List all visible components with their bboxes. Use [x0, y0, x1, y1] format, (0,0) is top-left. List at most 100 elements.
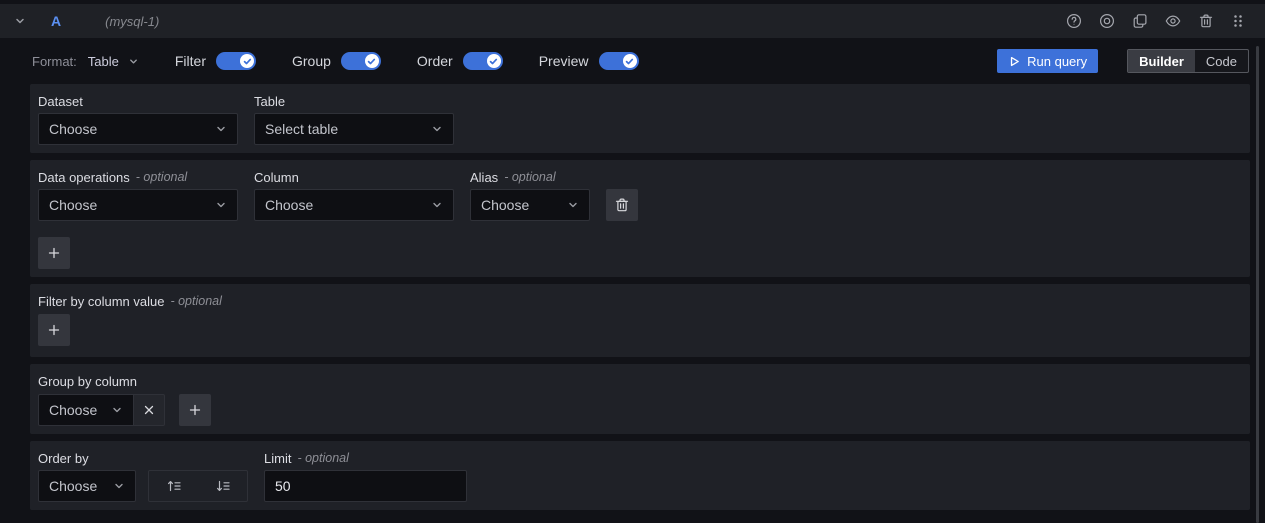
chevron-down-icon — [14, 15, 26, 27]
chevron-down-icon — [128, 56, 139, 67]
dataset-select[interactable]: Choose — [38, 113, 238, 145]
order-by-label: Order by — [38, 449, 248, 467]
preview-toggle-group: Preview — [539, 52, 639, 70]
group-toggle-group: Group — [292, 52, 381, 70]
optional-hint: - optional — [297, 451, 348, 465]
drag-query-handle[interactable] — [1229, 11, 1247, 31]
dataset-select-value: Choose — [49, 121, 97, 137]
alias-select-value: Choose — [481, 197, 529, 213]
play-icon — [1008, 55, 1021, 68]
table-select[interactable]: Select table — [254, 113, 454, 145]
optional-hint: - optional — [136, 170, 187, 184]
query-builder-sections: Dataset Choose Table Select table — [30, 84, 1250, 510]
sort-direction-group — [148, 470, 248, 502]
group-by-label: Group by column — [38, 372, 1242, 390]
format-label: Format: — [32, 54, 77, 69]
sort-descending-button[interactable] — [198, 471, 247, 501]
format-select[interactable]: Format: Table — [32, 54, 139, 69]
hide-query-button[interactable] — [1163, 11, 1183, 31]
query-ref-id[interactable]: A — [51, 13, 61, 29]
chevron-down-icon — [559, 199, 579, 211]
bullseye-icon — [1099, 13, 1115, 29]
check-icon — [365, 54, 379, 68]
remove-column-row-button[interactable] — [606, 189, 638, 221]
alias-label: Alias — [470, 170, 498, 185]
preview-toggle-label: Preview — [539, 53, 589, 69]
filter-toggle-label: Filter — [175, 53, 206, 69]
copy-icon — [1132, 13, 1148, 29]
sort-amount-down-icon — [215, 478, 231, 494]
query-toolbar: Format: Table Filter Group Order Previe — [0, 38, 1265, 84]
order-by-select[interactable]: Choose — [38, 470, 136, 502]
data-operations-field: Data operations - optional Choose — [38, 168, 238, 221]
limit-field: Limit - optional — [264, 449, 467, 502]
run-query-label: Run query — [1027, 54, 1087, 69]
format-value: Table — [88, 54, 119, 69]
chevron-down-icon — [423, 123, 443, 135]
order-toggle[interactable] — [463, 52, 503, 70]
group-by-select-value: Choose — [49, 402, 97, 418]
order-by-select-value: Choose — [49, 478, 97, 494]
column-select-value: Choose — [265, 197, 313, 213]
group-by-select[interactable]: Choose — [38, 394, 134, 426]
preview-toggle[interactable] — [599, 52, 639, 70]
close-icon — [143, 404, 155, 416]
table-field: Table Select table — [254, 92, 454, 145]
check-icon — [487, 54, 501, 68]
group-toggle[interactable] — [341, 52, 381, 70]
column-label: Column — [254, 168, 454, 186]
dataset-label: Dataset — [38, 92, 238, 110]
filter-section: Filter by column value - optional — [30, 284, 1250, 357]
datasource-name: (mysql-1) — [105, 14, 159, 29]
data-operations-label: Data operations — [38, 170, 130, 185]
chevron-down-icon — [423, 199, 443, 211]
chevron-down-icon — [103, 404, 123, 416]
help-button[interactable] — [1064, 11, 1084, 31]
column-select[interactable]: Choose — [254, 189, 454, 221]
question-circle-icon — [1066, 13, 1082, 29]
data-operations-select-value: Choose — [49, 197, 97, 213]
column-field: Column Choose — [254, 168, 454, 221]
bullseye-button[interactable] — [1097, 11, 1117, 31]
eye-icon — [1165, 13, 1181, 29]
alias-field: Alias - optional Choose — [470, 168, 590, 221]
order-toggle-group: Order — [417, 52, 503, 70]
drag-handle-icon — [1231, 13, 1245, 29]
trash-icon — [614, 197, 630, 213]
sort-ascending-button[interactable] — [149, 471, 198, 501]
chevron-down-icon — [207, 123, 227, 135]
remove-query-button[interactable] — [1196, 11, 1216, 31]
run-query-button[interactable]: Run query — [997, 49, 1098, 73]
limit-label: Limit — [264, 451, 291, 466]
code-mode-button[interactable]: Code — [1195, 50, 1248, 72]
filter-toggle-group: Filter — [175, 52, 256, 70]
alias-select[interactable]: Choose — [470, 189, 590, 221]
select-section: Data operations - optional Choose Column… — [30, 160, 1250, 277]
vertical-scrollbar[interactable] — [1256, 46, 1259, 523]
dataset-field: Dataset Choose — [38, 92, 238, 145]
sort-amount-up-icon — [166, 478, 182, 494]
trash-icon — [1198, 13, 1214, 29]
order-toggle-label: Order — [417, 53, 453, 69]
limit-input[interactable] — [264, 470, 467, 502]
plus-icon — [188, 403, 202, 417]
chevron-down-icon — [105, 480, 125, 492]
table-label: Table — [254, 92, 454, 110]
group-toggle-label: Group — [292, 53, 331, 69]
data-operations-select[interactable]: Choose — [38, 189, 238, 221]
filter-label: Filter by column value — [38, 294, 164, 309]
optional-hint: - optional — [504, 170, 555, 184]
check-icon — [623, 54, 637, 68]
add-filter-button[interactable] — [38, 314, 70, 346]
collapse-query-button[interactable] — [14, 15, 26, 27]
filter-toggle[interactable] — [216, 52, 256, 70]
duplicate-query-button[interactable] — [1130, 11, 1150, 31]
add-column-row-button[interactable] — [38, 237, 70, 269]
builder-mode-button[interactable]: Builder — [1128, 50, 1195, 72]
dataset-table-section: Dataset Choose Table Select table — [30, 84, 1250, 153]
group-by-section: Group by column Choose — [30, 364, 1250, 434]
check-icon — [240, 54, 254, 68]
remove-group-column-button[interactable] — [133, 394, 165, 426]
table-select-value: Select table — [265, 121, 338, 137]
add-group-column-button[interactable] — [179, 394, 211, 426]
